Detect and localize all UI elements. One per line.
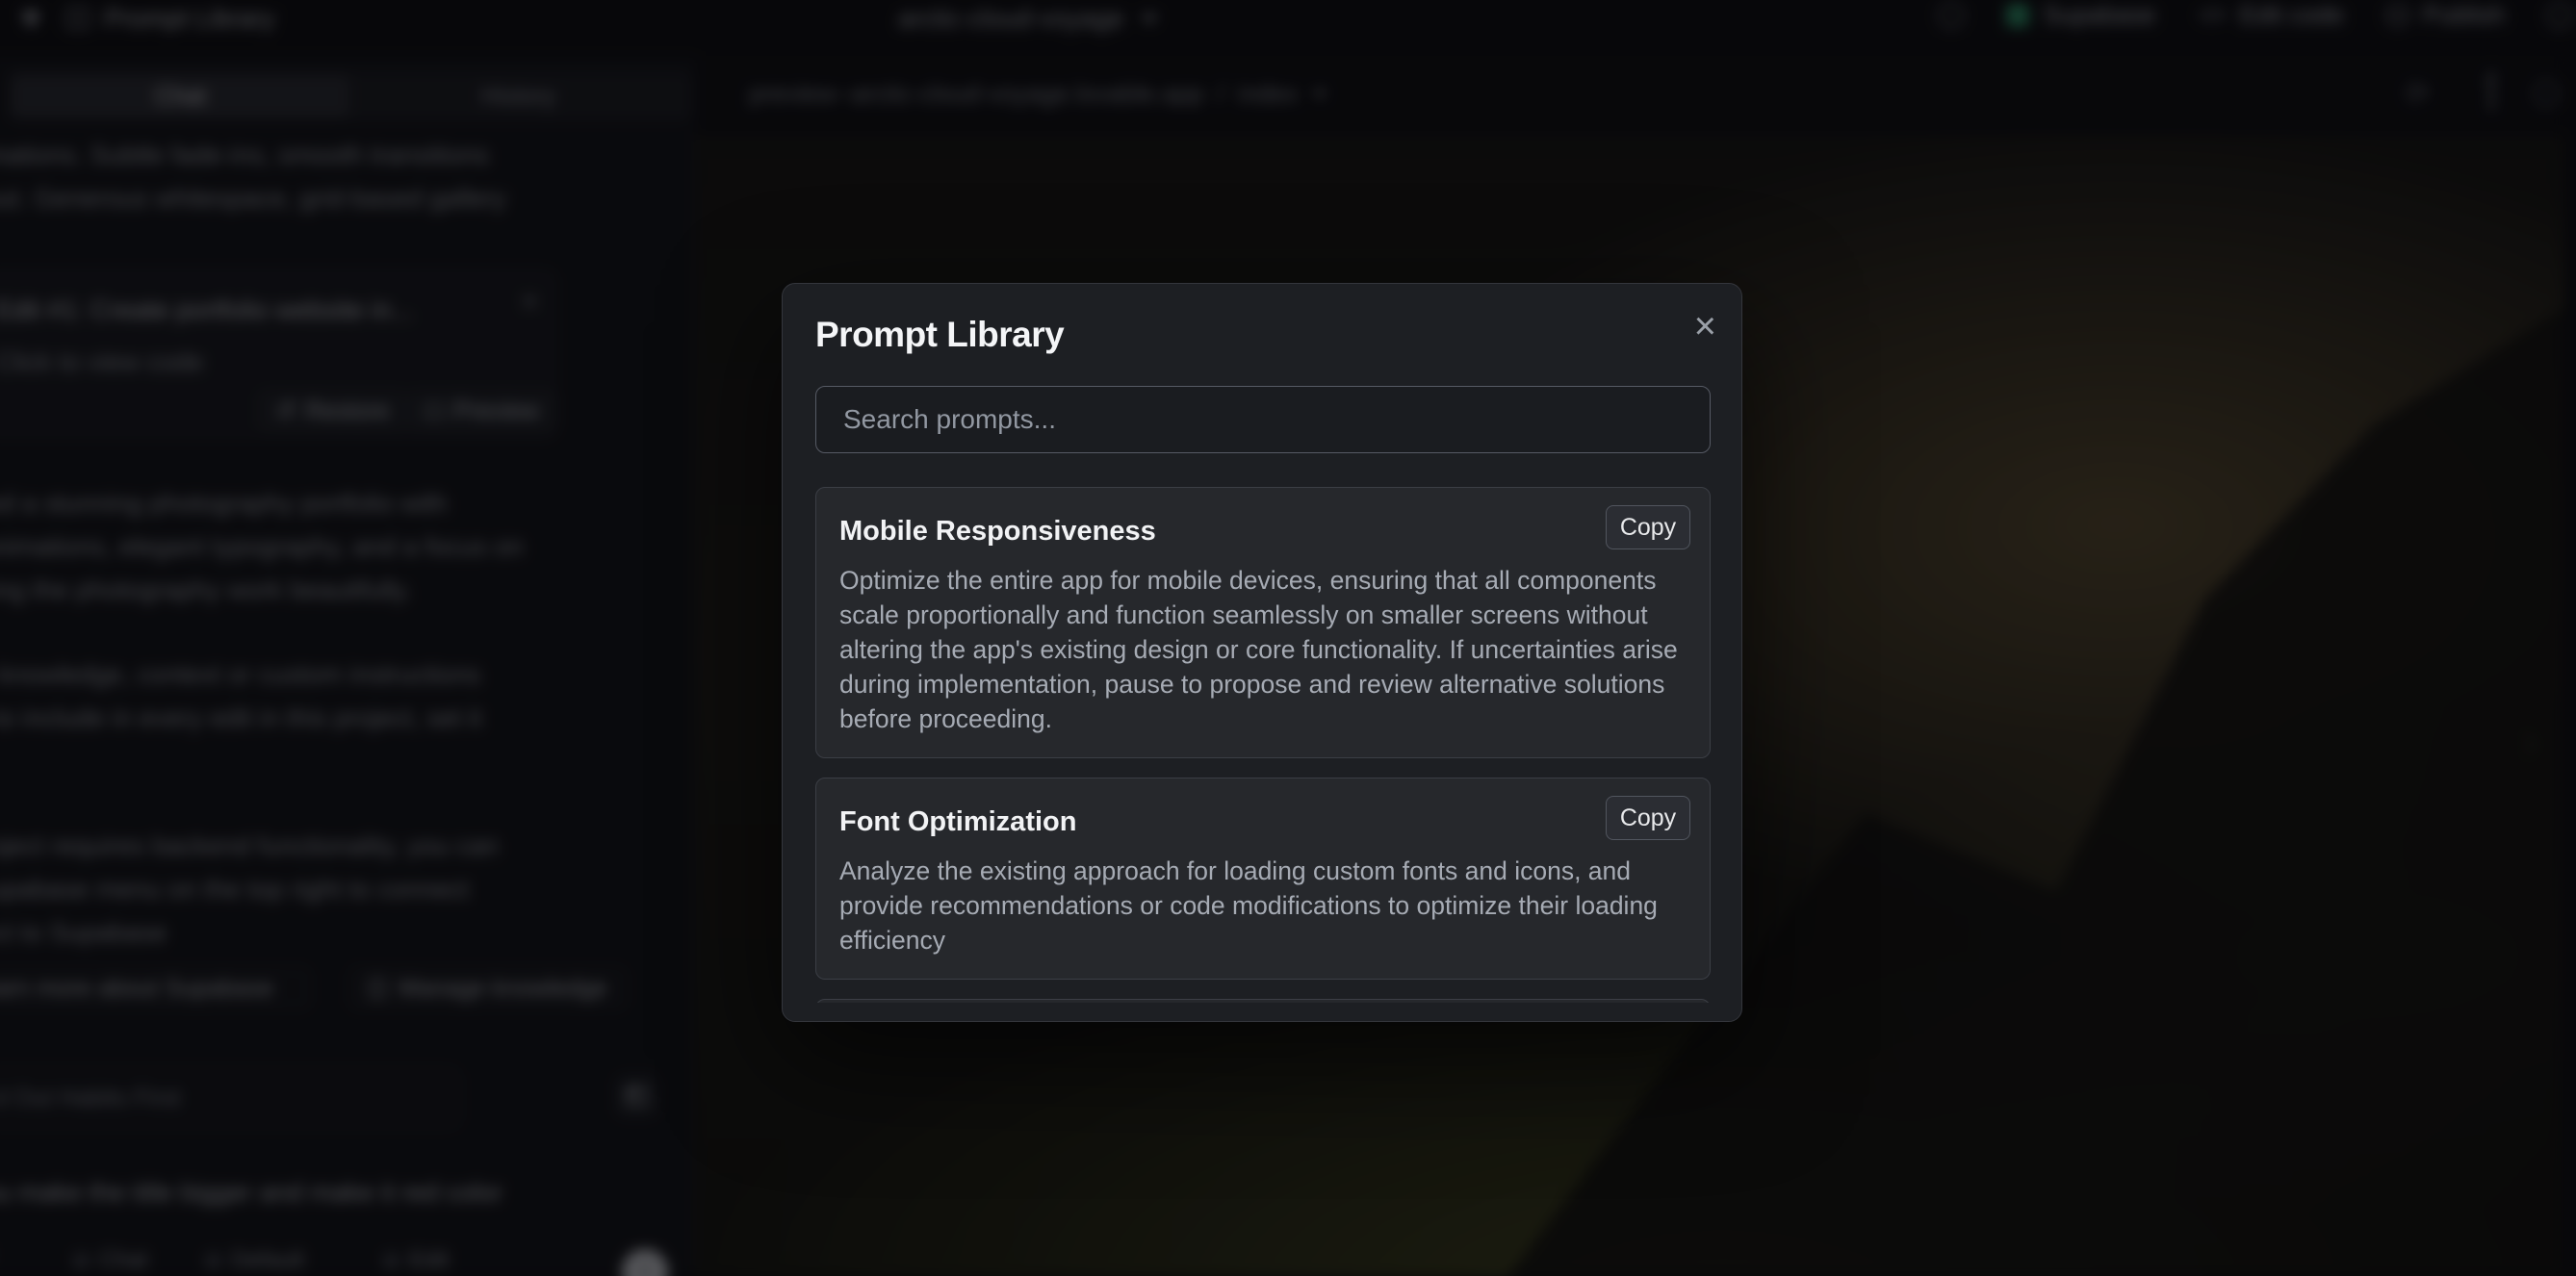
prompt-body: Optimize the entire app for mobile devic… <box>839 563 1690 736</box>
copy-button[interactable]: Copy <box>1606 505 1690 549</box>
copy-button[interactable]: Copy <box>1606 796 1690 840</box>
prompt-list[interactable]: Mobile Responsiveness Copy Optimize the … <box>815 487 1711 1003</box>
app-window: ♥ Prompt Library arctic-cloud-voyage Sup… <box>0 0 2576 1276</box>
modal-title: Prompt Library <box>815 315 1064 355</box>
prompt-card-peek[interactable] <box>815 999 1711 1003</box>
prompt-body: Analyze the existing approach for loadin… <box>839 854 1690 957</box>
search-prompts-input[interactable] <box>815 386 1711 453</box>
prompt-card-mobile-responsiveness[interactable]: Mobile Responsiveness Copy Optimize the … <box>815 487 1711 758</box>
prompt-title: Font Optimization <box>839 800 1687 844</box>
prompt-title: Mobile Responsiveness <box>839 509 1687 553</box>
prompt-card-font-optimization[interactable]: Font Optimization Copy Analyze the exist… <box>815 778 1711 980</box>
prompt-library-modal: Prompt Library × Mobile Responsiveness C… <box>782 283 1742 1022</box>
close-icon[interactable]: × <box>1694 307 1716 345</box>
